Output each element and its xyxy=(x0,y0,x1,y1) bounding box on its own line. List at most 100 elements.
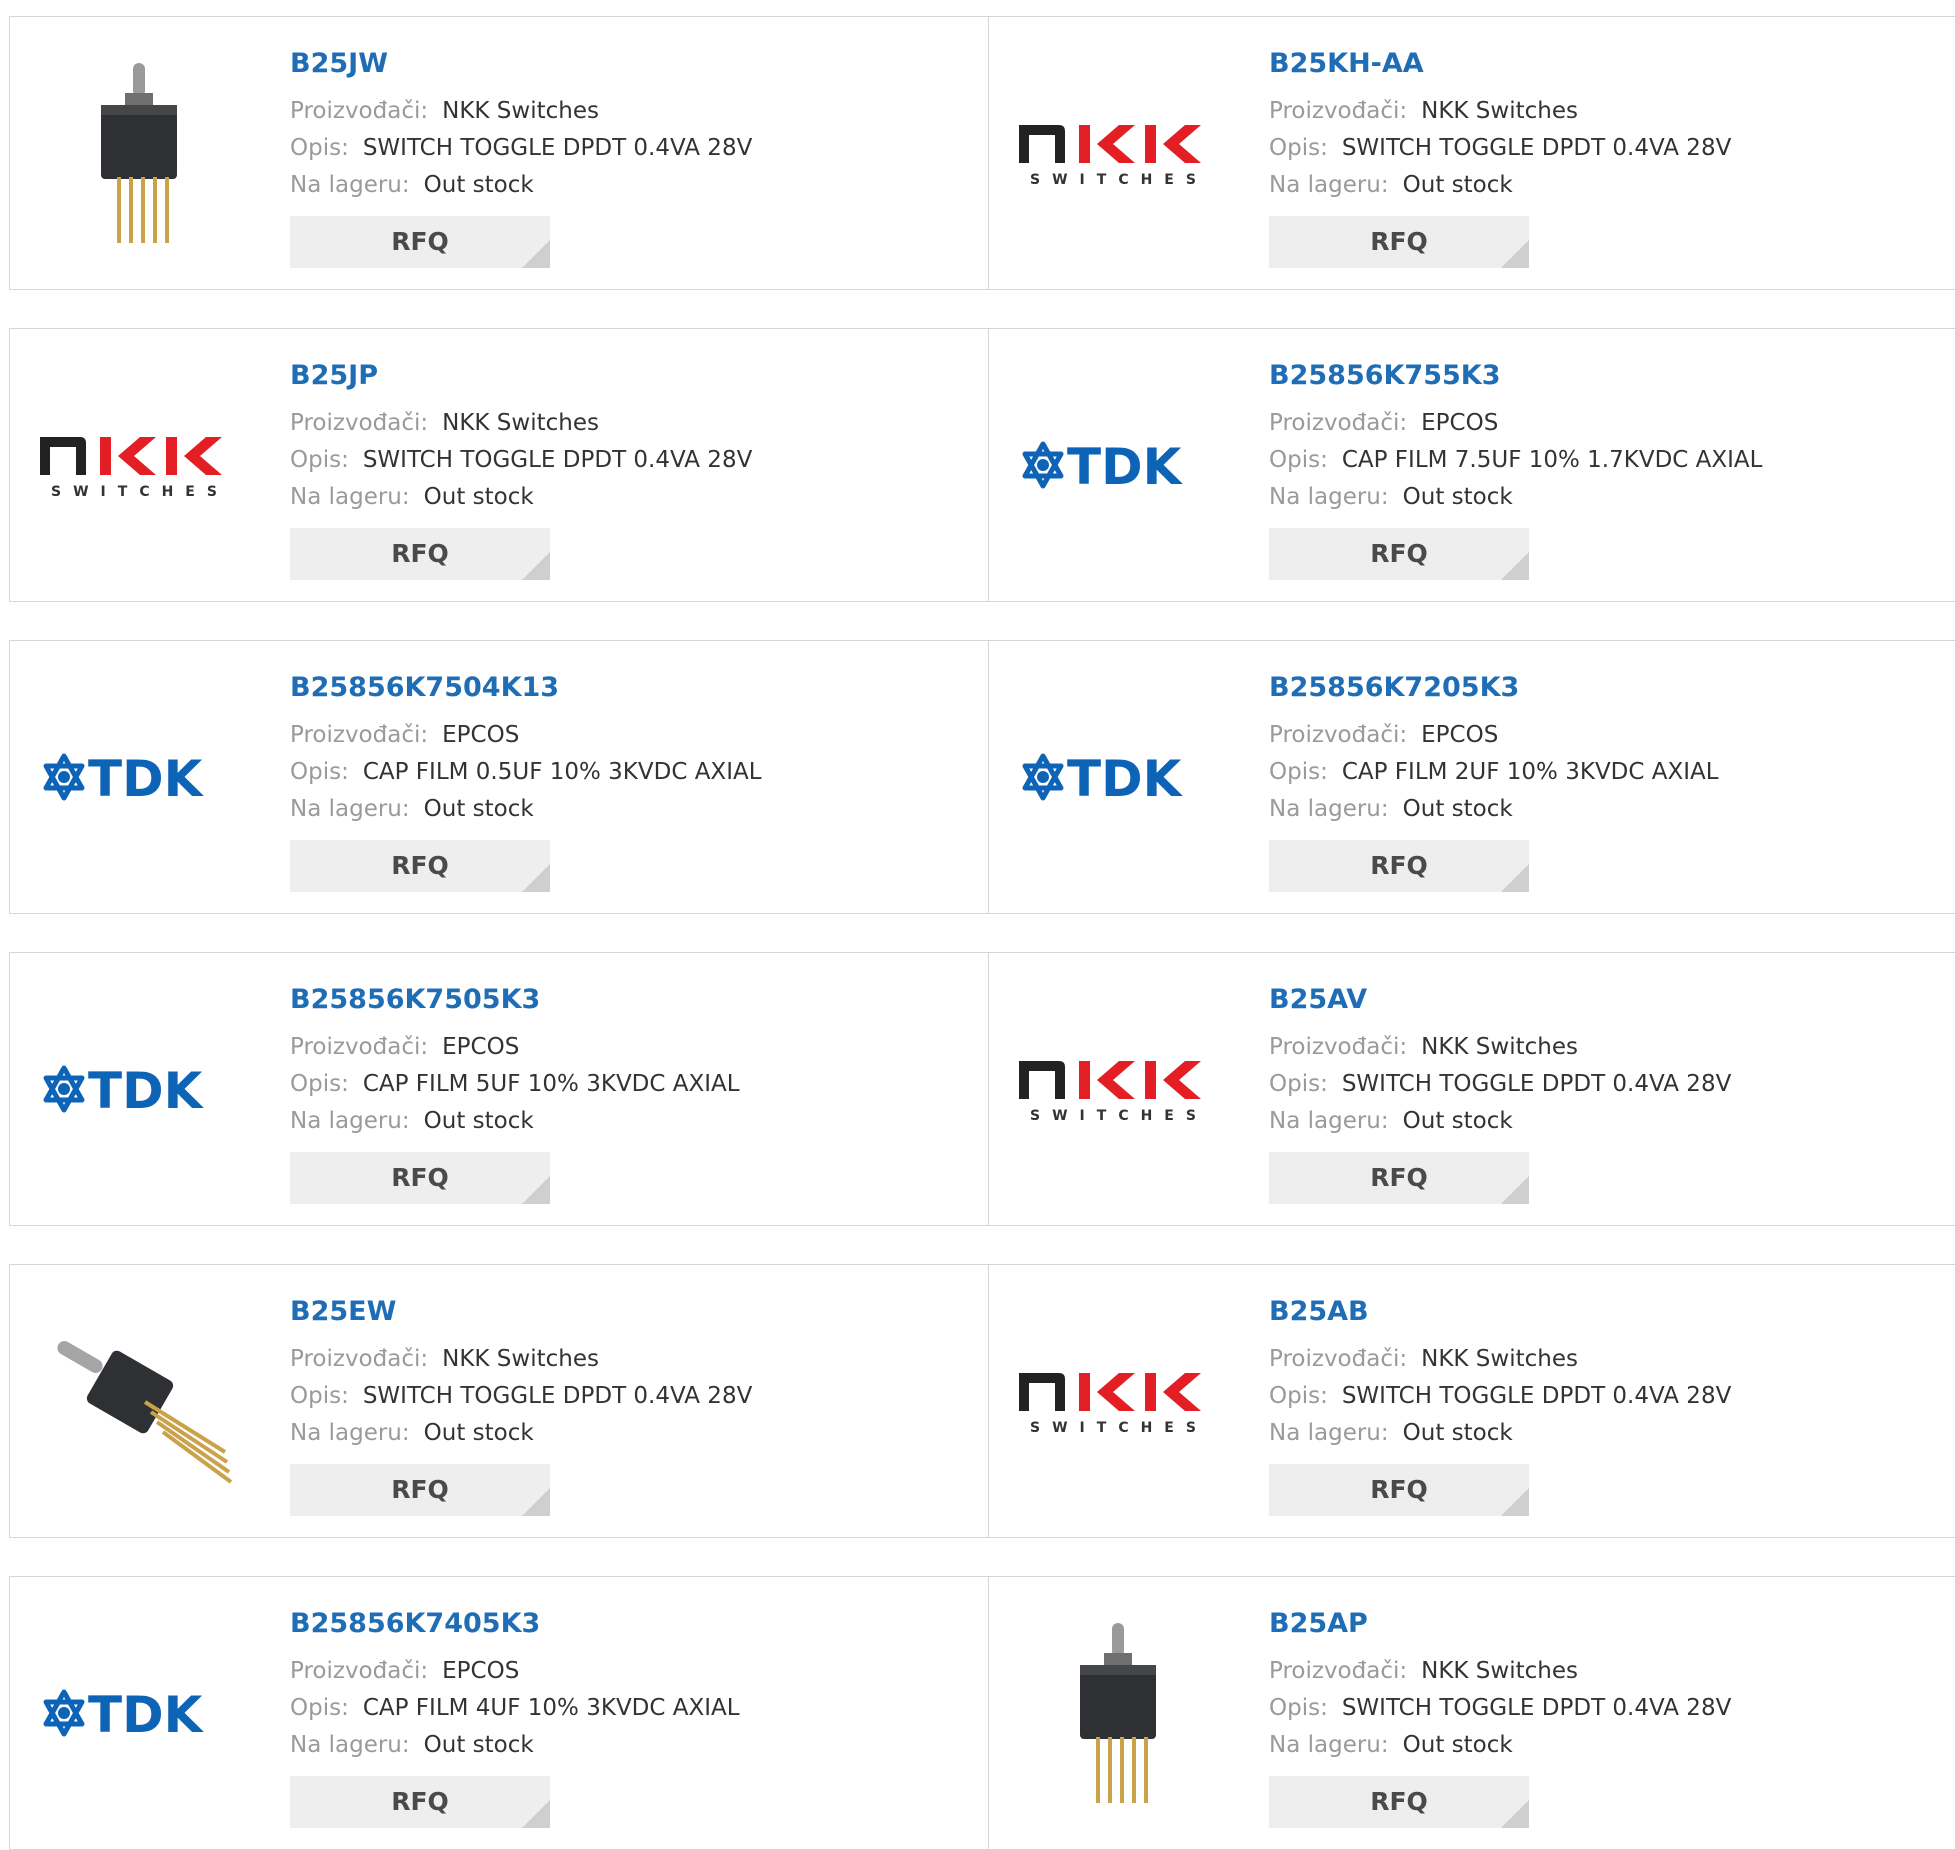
product-image[interactable]: SWITCHES xyxy=(1019,1307,1219,1497)
manufacturer-label: Proizvođači: xyxy=(290,722,429,748)
product-image[interactable]: SWITCHES xyxy=(1019,59,1219,249)
stock-label: Na lageru: xyxy=(290,1420,410,1446)
product-info: B25AP Proizvođači: NKK Switches Opis: SWIT… xyxy=(1269,1607,1731,1828)
product-image[interactable]: TDK xyxy=(40,1619,240,1809)
manufacturer-line: Proizvođači: EPCOS xyxy=(290,1653,740,1690)
description-value: SWITCH TOGGLE DPDT 0.4VA 28V xyxy=(362,447,753,473)
description-line: Opis: SWITCH TOGGLE DPDT 0.4VA 28V xyxy=(290,1378,752,1415)
manufacturer-label: Proizvođači: xyxy=(1269,1034,1408,1060)
description-label: Opis: xyxy=(1269,1695,1328,1721)
stock-line: Na lageru: Out stock xyxy=(1269,1727,1731,1764)
description-value: CAP FILM 5UF 10% 3KVDC AXIAL xyxy=(362,1071,740,1097)
rfq-button[interactable]: RFQ xyxy=(290,1776,550,1828)
manufacturer-line: Proizvođači: NKK Switches xyxy=(1269,1653,1731,1690)
description-label: Opis: xyxy=(1269,1383,1328,1409)
part-number-link[interactable]: B25856K7205K3 xyxy=(1269,671,1719,705)
part-number-link[interactable]: B25EW xyxy=(290,1295,752,1329)
rfq-button[interactable]: RFQ xyxy=(1269,840,1529,892)
rfq-button[interactable]: RFQ xyxy=(290,528,550,580)
manufacturer-label: Proizvođači: xyxy=(290,98,429,124)
description-line: Opis: SWITCH TOGGLE DPDT 0.4VA 28V xyxy=(1269,1066,1731,1103)
stock-label: Na lageru: xyxy=(290,796,410,822)
part-number-link[interactable]: B25JW xyxy=(290,47,752,81)
nkk-logo: SWITCHES xyxy=(1019,1373,1201,1436)
rfq-button[interactable]: RFQ xyxy=(1269,1152,1529,1204)
description-value: SWITCH TOGGLE DPDT 0.4VA 28V xyxy=(1341,1383,1732,1409)
product-image[interactable]: SWITCHES xyxy=(40,371,240,561)
part-number-link[interactable]: B25856K7505K3 xyxy=(290,983,740,1017)
manufacturer-line: Proizvođači: EPCOS xyxy=(290,1029,740,1066)
product-card: B25AP Proizvođači: NKK Switches Opis: SWIT… xyxy=(989,1577,1955,1849)
rfq-label: RFQ xyxy=(1370,539,1428,568)
product-image[interactable] xyxy=(1019,1619,1219,1809)
rfq-button[interactable]: RFQ xyxy=(1269,1776,1529,1828)
description-value: CAP FILM 0.5UF 10% 3KVDC AXIAL xyxy=(362,759,762,785)
rfq-label: RFQ xyxy=(1370,1475,1428,1504)
part-number-link[interactable]: B25KH-AA xyxy=(1269,47,1731,81)
corner-triangle-icon xyxy=(1501,1800,1529,1828)
manufacturer-value: NKK Switches xyxy=(1421,1346,1578,1372)
manufacturer-value: EPCOS xyxy=(442,1658,520,1684)
stock-value: Out stock xyxy=(423,796,534,822)
stock-value: Out stock xyxy=(1402,1420,1513,1446)
corner-triangle-icon xyxy=(1501,864,1529,892)
rfq-button[interactable]: RFQ xyxy=(290,216,550,268)
nkk-logo: SWITCHES xyxy=(40,437,229,500)
nkk-logo: SWITCHES xyxy=(1019,125,1201,188)
product-image[interactable] xyxy=(40,59,240,249)
corner-triangle-icon xyxy=(1501,552,1529,580)
product-info: B25856K7405K3 Proizvođači: EPCOS Opis: CAP… xyxy=(290,1607,740,1828)
description-line: Opis: SWITCH TOGGLE DPDT 0.4VA 28V xyxy=(1269,1690,1731,1727)
stock-label: Na lageru: xyxy=(290,484,410,510)
tdk-logo: TDK xyxy=(43,1686,205,1742)
corner-triangle-icon xyxy=(522,1176,550,1204)
part-number-link[interactable]: B25856K755K3 xyxy=(1269,359,1762,393)
part-number-link[interactable]: B25AP xyxy=(1269,1607,1731,1641)
description-label: Opis: xyxy=(1269,1071,1328,1097)
manufacturer-label: Proizvođači: xyxy=(1269,1346,1408,1372)
manufacturer-value: NKK Switches xyxy=(1421,1658,1578,1684)
product-card: SWITCHES B25JP Proizvođači: NKK Switches … xyxy=(10,329,980,601)
rfq-button[interactable]: RFQ xyxy=(290,840,550,892)
rfq-button[interactable]: RFQ xyxy=(1269,1464,1529,1516)
part-number-link[interactable]: B25856K7405K3 xyxy=(290,1607,740,1641)
product-info: B25KH-AA Proizvođači: NKK Switches Opis: S… xyxy=(1269,47,1731,268)
rfq-button[interactable]: RFQ xyxy=(290,1464,550,1516)
part-number-link[interactable]: B25AB xyxy=(1269,1295,1731,1329)
description-label: Opis: xyxy=(290,1383,349,1409)
part-number-link[interactable]: B25856K7504K13 xyxy=(290,671,762,705)
product-image[interactable]: TDK xyxy=(1019,371,1219,561)
stock-label: Na lageru: xyxy=(1269,172,1389,198)
stock-label: Na lageru: xyxy=(290,1108,410,1134)
stock-value: Out stock xyxy=(423,1732,534,1758)
product-info: B25856K7205K3 Proizvođači: EPCOS Opis: CAP… xyxy=(1269,671,1719,892)
product-image[interactable]: TDK xyxy=(40,995,240,1185)
part-number-link[interactable]: B25AV xyxy=(1269,983,1731,1017)
corner-triangle-icon xyxy=(522,864,550,892)
nkk-logo-subtitle: SWITCHES xyxy=(51,484,229,500)
manufacturer-line: Proizvođači: NKK Switches xyxy=(1269,93,1731,130)
product-card: TDK B25856K7405K3 Proizvođači: EPCOS Opis… xyxy=(10,1577,980,1849)
description-label: Opis: xyxy=(290,1695,349,1721)
manufacturer-line: Proizvođači: NKK Switches xyxy=(290,93,752,130)
product-card: TDK B25856K7205K3 Proizvođači: EPCOS Opis… xyxy=(989,641,1955,913)
part-number-link[interactable]: B25JP xyxy=(290,359,752,393)
tdk-logo-text: TDK xyxy=(1067,750,1184,806)
stock-value: Out stock xyxy=(1402,1108,1513,1134)
product-image[interactable]: TDK xyxy=(1019,683,1219,873)
rfq-label: RFQ xyxy=(1370,227,1428,256)
product-image[interactable] xyxy=(40,1307,240,1497)
manufacturer-value: NKK Switches xyxy=(442,98,599,124)
manufacturer-label: Proizvođači: xyxy=(290,1034,429,1060)
product-image[interactable]: SWITCHES xyxy=(1019,995,1219,1185)
rfq-button[interactable]: RFQ xyxy=(290,1152,550,1204)
rfq-button[interactable]: RFQ xyxy=(1269,216,1529,268)
corner-triangle-icon xyxy=(522,240,550,268)
stock-value: Out stock xyxy=(423,1108,534,1134)
product-image[interactable]: TDK xyxy=(40,683,240,873)
product-row: TDK B25856K7505K3 Proizvođači: EPCOS Opis… xyxy=(9,952,1955,1226)
description-line: Opis: CAP FILM 4UF 10% 3KVDC AXIAL xyxy=(290,1690,740,1727)
rfq-label: RFQ xyxy=(391,851,449,880)
rfq-label: RFQ xyxy=(391,539,449,568)
rfq-button[interactable]: RFQ xyxy=(1269,528,1529,580)
